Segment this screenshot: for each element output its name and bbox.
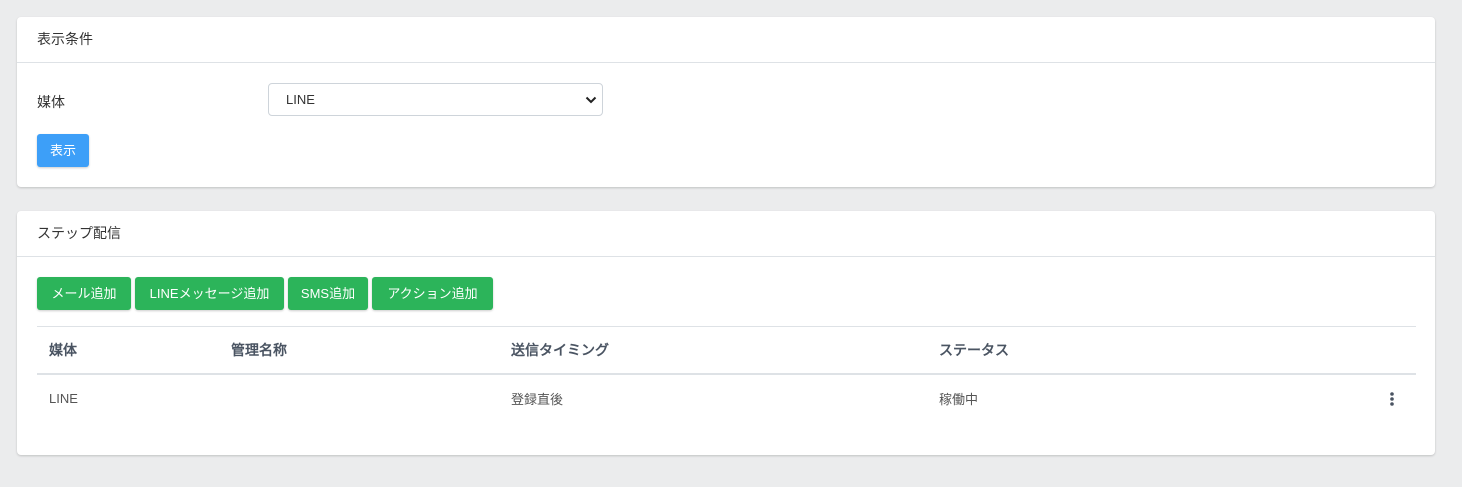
filter-card: 表示条件 媒体 LINE 表示: [17, 17, 1435, 187]
media-select[interactable]: LINE: [268, 83, 603, 116]
add-sms-button[interactable]: SMS追加: [288, 277, 368, 310]
add-line-message-button[interactable]: LINEメッセージ追加: [135, 277, 284, 310]
kebab-menu-icon[interactable]: [1388, 391, 1396, 407]
row-media: LINE: [49, 391, 78, 406]
filter-card-title: 表示条件: [17, 17, 1435, 63]
table-row: LINE 登録直後 稼働中: [37, 375, 1416, 422]
show-button[interactable]: 表示: [37, 134, 89, 167]
step-table: 媒体 管理名称 送信タイミング ステータス LINE 登録直後 稼働中: [37, 326, 1416, 422]
header-media: 媒体: [49, 342, 77, 358]
add-button-group: メール追加 LINEメッセージ追加 SMS追加 アクション追加: [37, 277, 493, 310]
row-timing: 登録直後: [511, 392, 564, 407]
step-card-title: ステップ配信: [17, 211, 1435, 257]
header-name: 管理名称: [231, 342, 287, 358]
media-select-value: LINE: [286, 92, 315, 107]
table-header: 媒体 管理名称 送信タイミング ステータス: [37, 326, 1416, 375]
chevron-down-icon: [585, 96, 597, 104]
add-action-button[interactable]: アクション追加: [372, 277, 493, 310]
step-delivery-card: ステップ配信 メール追加 LINEメッセージ追加 SMS追加 アクション追加 媒…: [17, 211, 1435, 455]
header-status: ステータス: [939, 342, 1009, 358]
row-status: 稼働中: [939, 392, 979, 407]
add-mail-button[interactable]: メール追加: [37, 277, 131, 310]
header-timing: 送信タイミング: [511, 342, 609, 358]
media-label: 媒体: [37, 94, 65, 110]
